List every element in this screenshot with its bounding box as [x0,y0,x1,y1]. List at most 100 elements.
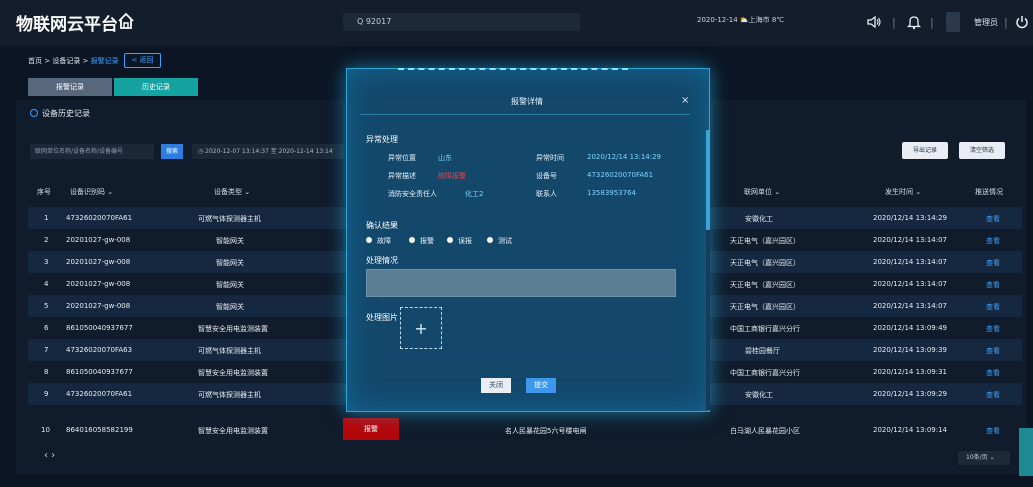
cell-time: 2020/12/14 13:14:07 [873,258,948,266]
location-label: 异常位置 [388,154,416,162]
cell-device-type: 智能网关 [216,237,244,245]
time-label: 异常时间 [536,154,564,162]
close-icon[interactable]: × [681,95,689,106]
cell-time: 2020/12/14 13:14:07 [873,302,948,310]
section-images: 处理图片 [366,313,398,322]
section-abnormal: 异常处理 [366,135,398,144]
device-value: 47326020070FA61 [587,171,654,179]
cell-time: 2020/12/14 13:09:29 [873,390,948,398]
search-input[interactable]: Q 92017 [343,13,580,31]
bell-icon[interactable] [906,14,922,30]
cell-time: 2020/12/14 13:14:07 [873,236,948,244]
speaker-icon[interactable] [866,14,882,30]
cell-unit: 天正电气（嘉兴园区） [730,237,800,245]
tab-history-records[interactable]: 历史记录 [114,78,198,96]
column-header-handled: 推送情况 [975,188,1003,196]
date-range-picker[interactable]: ◷ 2020-12-07 13:14:37 至 2020-12-14 13:14 [192,144,344,159]
contact-label: 联系人 [536,190,557,198]
cell-location: 名人民暴花园5六号楼电闸 [505,427,587,435]
cell-device-type: 智能网关 [216,303,244,311]
cell-device-type: 可燃气体探测器主机 [198,347,261,355]
clear-filter-button[interactable]: 清空筛选 [959,142,1005,159]
radio-alarm[interactable]: 报警 [409,236,434,246]
breadcrumb: 首页 > 设备记录 > 报警记录 [28,57,119,65]
modal-scrollbar-thumb[interactable] [706,130,710,230]
search-value: Q 92017 [357,17,392,26]
tab-alarm-records[interactable]: 报警记录 [28,78,112,96]
cell-unit: 白马湖人民暴花园小区 [730,427,800,435]
contact-value: 13583953764 [587,189,636,197]
modal-title: 报警详情 [511,97,543,106]
view-link[interactable]: 查看 [986,346,1000,356]
desc-value: 故障报警 [438,172,466,180]
alarm-detail-modal [346,68,710,412]
pagination-nav[interactable]: ‹ › [44,450,55,461]
export-button[interactable]: 导出记录 [902,142,948,159]
breadcrumb-home[interactable]: 首页 [28,57,42,65]
radio-false-alarm[interactable]: 误报 [447,236,472,246]
responsible-label: 消防安全责任人 [388,190,437,198]
cell-time: 2020/12/14 13:09:49 [873,324,948,332]
page-size-select[interactable]: 10条/页 ⌄ [958,451,1010,465]
cell-unit: 安徽化工 [745,215,773,223]
cell-device-type: 智慧安全用电监测装置 [198,325,268,333]
cell-index: 8 [44,368,49,376]
submit-button[interactable]: 提交 [526,378,556,393]
avatar[interactable] [946,12,960,32]
cell-index: 7 [44,346,49,354]
column-header-unit[interactable]: 联网单位 ⌄ [744,187,780,197]
view-link[interactable]: 查看 [986,368,1000,378]
side-float-tab[interactable] [1019,428,1033,476]
cell-device-id: 47326020070FA61 [66,390,133,398]
cell-device-id: 861050040937677 [66,324,133,332]
view-link[interactable]: 查看 [986,324,1000,334]
section-handling: 处理情况 [366,256,398,265]
cell-device-type: 智能网关 [216,259,244,267]
search-button[interactable]: 搜索 [161,144,183,159]
view-link[interactable]: 查看 [986,390,1000,400]
breadcrumb-current: 报警记录 [90,57,119,65]
cell-unit: 天正电气（嘉兴园区） [730,281,800,289]
power-icon[interactable] [1014,14,1030,30]
section-confirm: 确认结果 [366,221,398,230]
toolbar-divider: | [1004,16,1008,29]
view-link[interactable]: 查看 [986,236,1000,246]
radio-fault[interactable]: 故障 [366,236,391,246]
column-header-device-type[interactable]: 设备类型 ⌄ [214,187,250,197]
home-icon[interactable] [117,12,135,30]
toolbar-divider: | [930,16,934,29]
column-header-index: 序号 [37,188,51,196]
time-value: 2020/12/14 13:14:29 [587,153,662,161]
toolbar-divider: | [892,16,896,29]
cell-index: 2 [44,236,49,244]
cell-device-type: 智能网关 [216,281,244,289]
cell-time: 2020/12/14 13:09:14 [873,426,948,434]
upload-plus-icon[interactable]: + [400,307,442,349]
close-button[interactable]: 关闭 [481,378,511,393]
cell-device-id: 861050040937677 [66,368,133,376]
handling-textarea[interactable] [366,269,676,297]
cell-unit: 中国工商银行嘉兴分行 [730,325,800,333]
breadcrumb-level2[interactable]: 设备记录 [52,57,80,65]
cell-time: 2020/12/14 13:09:31 [873,368,948,376]
cell-device-id: 20201027-gw-008 [66,302,131,310]
back-button[interactable]: < 返回 [124,53,161,68]
view-link[interactable]: 查看 [986,302,1000,312]
view-link[interactable]: 查看 [986,280,1000,290]
column-header-device-id[interactable]: 设备识别码 ⌄ [70,187,113,197]
view-link[interactable]: 查看 [986,258,1000,268]
modal-divider [360,114,690,115]
cell-device-type: 可燃气体探测器主机 [198,391,261,399]
filter-input[interactable]: 联网单位名称/设备名称/设备编号 [30,144,154,159]
radio-test[interactable]: 测试 [487,236,512,246]
user-name[interactable]: 管理员 [974,17,998,28]
cell-device-id: 20201027-gw-008 [66,280,131,288]
column-header-time[interactable]: 发生时间 ⌄ [885,187,921,197]
date-weather: 2020-12-14 ⛅上海市 8℃ [697,16,785,24]
cell-index: 10 [41,426,50,434]
cell-time: 2020/12/14 13:14:07 [873,280,948,288]
view-link[interactable]: 查看 [986,214,1000,224]
cell-unit: 中国工商银行嘉兴分行 [730,369,800,377]
view-link[interactable]: 查看 [986,426,1000,436]
cell-device-type: 智慧安全用电监测装置 [198,427,268,435]
